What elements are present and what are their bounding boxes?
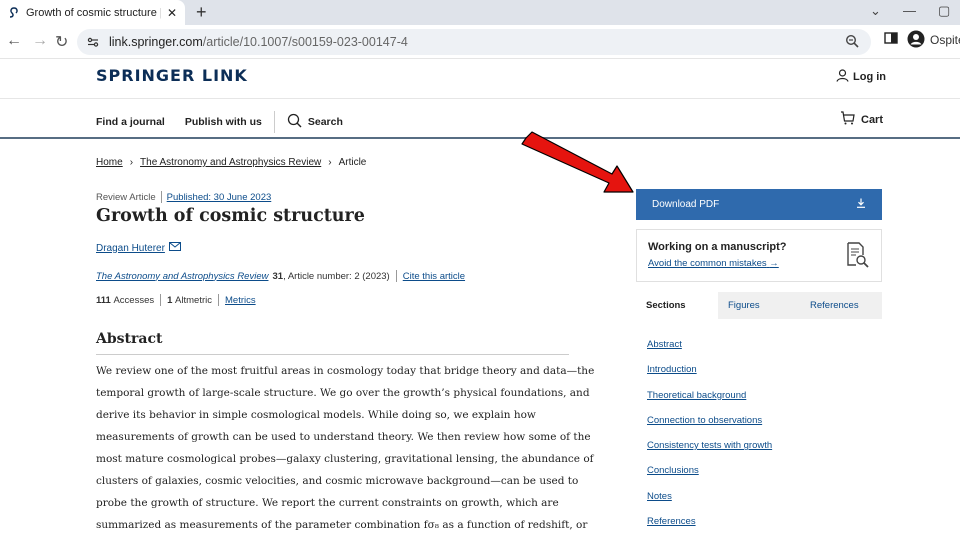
- abstract-line: We review one of the most fruitful areas…: [96, 365, 595, 377]
- download-label: Download PDF: [652, 199, 720, 210]
- nav-find-journal[interactable]: Find a journal: [96, 116, 165, 128]
- address-bar: ← → ↻ link.springer.com/article/10.1007/…: [0, 25, 960, 59]
- profile-label[interactable]: Ospite: [930, 33, 960, 47]
- meta-divider: [218, 294, 219, 306]
- manuscript-box: Working on a manuscript? Avoid the commo…: [636, 229, 882, 282]
- cart-label: Cart: [861, 113, 884, 126]
- site-header: SPRINGER LINK Log in Find a journal Publ…: [0, 59, 960, 139]
- profile-avatar-icon[interactable]: [907, 30, 925, 53]
- new-tab-icon[interactable]: +: [196, 2, 207, 23]
- mail-icon[interactable]: [168, 242, 181, 254]
- breadcrumb-current: Article: [338, 157, 367, 168]
- url-input[interactable]: link.springer.com/article/10.1007/s00159…: [77, 29, 871, 55]
- search-link[interactable]: Search: [287, 113, 343, 131]
- section-link-abstract[interactable]: Abstract: [647, 332, 772, 357]
- abstract-line: probe the growth of structure. We report…: [96, 497, 559, 509]
- article-meta: Review Article Published: 30 June 2023: [96, 191, 271, 203]
- section-link-introduction[interactable]: Introduction: [647, 357, 772, 382]
- document-search-icon: [845, 242, 869, 273]
- nav-divider-bottom: [0, 137, 960, 139]
- reload-icon[interactable]: ↻: [55, 32, 68, 52]
- abstract-line: measurements of growth can be used to un…: [96, 431, 591, 443]
- tab-figures[interactable]: Figures: [718, 292, 800, 319]
- nav-divider: [273, 111, 275, 133]
- journal-link[interactable]: The Astronomy and Astrophysics Review: [96, 271, 268, 282]
- manuscript-heading: Working on a manuscript?: [648, 241, 787, 253]
- abstract-heading: Abstract: [96, 331, 163, 347]
- tab-sections[interactable]: Sections: [636, 292, 718, 319]
- abstract-divider: [96, 354, 569, 355]
- volume: 31: [272, 270, 284, 282]
- published-date[interactable]: Published: 30 June 2023: [167, 192, 272, 203]
- url-host: link.springer.com: [109, 35, 203, 49]
- abstract-line: clusters of galaxies, cosmic velocities,…: [96, 475, 579, 487]
- accesses-count: 111: [96, 294, 111, 306]
- avoid-mistakes-link[interactable]: Avoid the common mistakes →: [648, 258, 779, 269]
- meta-divider: [160, 191, 162, 203]
- section-link-consistency[interactable]: Consistency tests with growth: [647, 433, 772, 458]
- url-path: /article/10.1007/s00159-023-00147-4: [202, 35, 408, 49]
- nav-publish[interactable]: Publish with us: [185, 116, 262, 128]
- abstract-line: temporal growth of large-scale structure…: [96, 387, 590, 399]
- avoid-mistakes-label: Avoid the common mistakes: [648, 258, 767, 269]
- download-pdf-button[interactable]: Download PDF: [636, 189, 882, 220]
- section-list: Abstract Introduction Theoretical backgr…: [647, 332, 772, 534]
- breadcrumb-journal[interactable]: The Astronomy and Astrophysics Review: [140, 157, 321, 168]
- accesses-label: Accesses: [113, 294, 155, 306]
- login-label: Log in: [853, 71, 886, 83]
- section-link-connection[interactable]: Connection to observations: [647, 408, 772, 433]
- section-link-conclusions[interactable]: Conclusions: [647, 458, 772, 483]
- section-link-notes[interactable]: Notes: [647, 484, 772, 509]
- browser-tab[interactable]: Growth of cosmic structure | Spri ✕: [0, 0, 185, 25]
- main-nav: Find a journal Publish with us Search: [96, 111, 343, 133]
- site-info-icon[interactable]: [85, 34, 101, 50]
- chevron-right-icon: ›: [129, 157, 134, 168]
- metrics-link[interactable]: Metrics: [225, 295, 256, 306]
- springer-favicon-icon: [8, 6, 20, 19]
- article-type: Review Article: [96, 191, 156, 203]
- minimize-icon[interactable]: —: [903, 3, 916, 18]
- abstract-line: derive its behavior in simple cosmologic…: [96, 409, 536, 421]
- cart-link[interactable]: Cart: [840, 111, 883, 128]
- article-metrics: 111 Accesses 1 Altmetric Metrics: [96, 294, 256, 306]
- forward-icon[interactable]: →: [32, 32, 48, 50]
- tab-title: Growth of cosmic structure | Spri: [26, 6, 161, 19]
- page-title: Growth of cosmic structure: [96, 206, 365, 226]
- journal-citation: The Astronomy and Astrophysics Review 31…: [96, 270, 465, 282]
- sidebar-tabs: Sections Figures References: [636, 292, 882, 319]
- search-icon: [287, 113, 302, 131]
- download-icon: [856, 198, 866, 211]
- breadcrumb: Home › The Astronomy and Astrophysics Re…: [96, 157, 366, 168]
- abstract-line: most mature cosmological probes—galaxy c…: [96, 453, 594, 465]
- section-link-theoretical[interactable]: Theoretical background: [647, 383, 772, 408]
- cart-icon: [840, 111, 855, 128]
- cite-link[interactable]: Cite this article: [403, 271, 465, 282]
- altmetric-count: 1: [167, 294, 173, 306]
- abstract-line: summarized as measurements of the parame…: [96, 519, 588, 531]
- breadcrumb-home[interactable]: Home: [96, 157, 123, 168]
- tab-references[interactable]: References: [800, 292, 882, 319]
- article-number: , Article number: 2 (2023): [283, 270, 390, 282]
- arrow-right-icon: →: [769, 258, 779, 269]
- back-icon[interactable]: ←: [6, 32, 22, 50]
- browser-tab-bar: Growth of cosmic structure | Spri ✕ + ⌄ …: [0, 0, 960, 25]
- zoom-icon[interactable]: [845, 34, 859, 51]
- altmetric-label: Altmetric: [175, 294, 212, 306]
- meta-divider: [160, 294, 162, 306]
- user-icon: [836, 69, 849, 85]
- chevron-right-icon: ›: [328, 157, 332, 168]
- abstract-body: We review one of the most fruitful areas…: [96, 360, 595, 536]
- meta-divider: [395, 270, 397, 282]
- search-label: Search: [307, 116, 343, 128]
- side-panel-icon[interactable]: [884, 31, 898, 50]
- springer-link-logo[interactable]: SPRINGER LINK: [96, 66, 248, 85]
- header-divider: [0, 98, 960, 99]
- login-link[interactable]: Log in: [836, 69, 886, 85]
- author-link[interactable]: Dragan Huterer: [96, 242, 181, 254]
- restore-icon[interactable]: ▢: [938, 3, 950, 19]
- close-tab-icon[interactable]: ✕: [167, 6, 177, 20]
- author-name: Dragan Huterer: [96, 242, 165, 254]
- tab-search-icon[interactable]: ⌄: [870, 3, 881, 19]
- red-arrow-icon: [521, 131, 634, 193]
